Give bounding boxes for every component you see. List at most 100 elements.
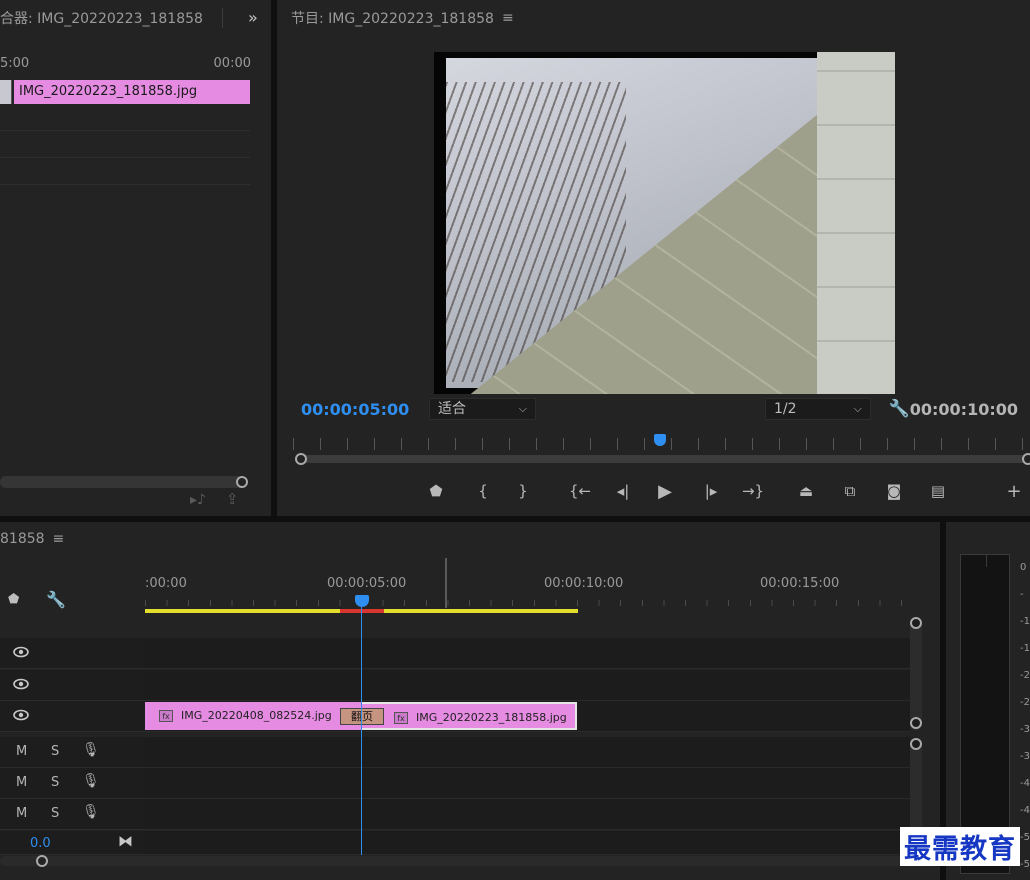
track-a2[interactable] [145, 768, 910, 799]
playhead-line [361, 607, 362, 855]
source-scroll-handle[interactable] [236, 476, 248, 488]
program-playhead[interactable] [654, 434, 666, 446]
program-zoom-scrollbar[interactable] [297, 455, 1030, 463]
video-clip-1[interactable]: fx IMG_20220408_082524.jpg [145, 702, 362, 730]
video-tracks-vscrollbar[interactable] [910, 618, 922, 730]
source-ruler-right: 00:00 [213, 56, 251, 71]
microphone-icon[interactable]: 🎙 [82, 742, 100, 758]
panel-menu-icon[interactable]: ≡ [53, 531, 65, 547]
timeline-panel-title[interactable]: 81858 ≡ [0, 522, 940, 556]
transport-controls: ⬟ { } {← ◂| ▶ |▸ →} ⏏ ⧉ ◙ ▤ + [277, 478, 1030, 504]
zoom-scroll-handle-right[interactable] [1022, 453, 1030, 465]
timeline-ruler[interactable]: :00:00 00:00:05:00 00:00:10:00 00:00:15:… [145, 570, 910, 606]
playhead-timecode[interactable]: 00:00:05:00 [301, 400, 409, 419]
extract-icon[interactable]: ⧉ [837, 478, 863, 504]
program-panel-title[interactable]: 节目: IMG_20220223_181858 ≡ [277, 0, 1030, 36]
vscroll-handle[interactable] [910, 617, 922, 629]
meter-scale-label: -4 [1020, 778, 1030, 789]
render-status-bar [340, 609, 384, 613]
clip-1-label: IMG_20220408_082524.jpg [181, 709, 332, 722]
ruler-label-0: :00:00 [145, 576, 187, 591]
track-header-a1: M S 🎙 [0, 737, 145, 768]
page-turn-transition[interactable]: 翻页 [340, 708, 384, 725]
panel-menu-icon[interactable]: ≡ [502, 10, 514, 26]
video-clip-2[interactable]: fx IMG_20220223_181858.jpg [362, 702, 577, 730]
mark-out-icon[interactable]: } [510, 478, 536, 504]
tile-wall-image [817, 52, 895, 394]
clip-2-label: IMG_20220223_181858.jpg [416, 711, 567, 724]
ruler-label-10s: 00:00:10:00 [544, 576, 624, 591]
solo-button[interactable]: S [51, 744, 59, 759]
play-icon[interactable]: ▶ [652, 478, 678, 504]
ruler-label-5s: 00:00:05:00 [327, 576, 407, 591]
track-a3[interactable] [145, 799, 910, 830]
zoom-select[interactable]: 适合 ⌵ [429, 398, 536, 420]
zoom-scroll-handle-left[interactable] [295, 453, 307, 465]
export-frame-icon[interactable]: ⇪ [226, 490, 239, 508]
source-panel-title-text: 合器: IMG_20220223_181858 [0, 11, 203, 27]
program-video-preview [434, 52, 895, 394]
sequence-end-marker [445, 558, 447, 608]
meter-scale-label: -1 [1020, 616, 1030, 627]
microphone-icon[interactable]: 🎙 [82, 773, 100, 789]
track-v2[interactable] [145, 670, 910, 701]
marker-icon[interactable]: ⬟ [8, 592, 19, 607]
track-header-v1 [0, 701, 145, 732]
add-marker-icon[interactable]: ⬟ [423, 478, 449, 504]
duration-timecode: 00:00:10:00 [909, 400, 1018, 419]
resolution-select[interactable]: 1/2 ⌵ [765, 398, 871, 420]
meter-scale-label: -2 [1020, 670, 1030, 681]
source-panel: 合器: IMG_20220223_181858 » 5:00 00:00 IMG… [0, 0, 271, 516]
lift-icon[interactable]: ⏏ [793, 478, 819, 504]
step-back-icon[interactable]: ◂| [610, 478, 636, 504]
eye-icon[interactable] [13, 678, 29, 690]
eye-icon[interactable] [13, 709, 29, 721]
step-forward-icon[interactable]: |▸ [698, 478, 724, 504]
mark-in-icon[interactable]: { [470, 478, 496, 504]
settings-wrench-icon[interactable]: 🔧 [889, 399, 910, 419]
master-track-icon[interactable]: ⧓ [118, 832, 133, 850]
solo-button[interactable]: S [51, 775, 59, 790]
source-ruler: 5:00 00:00 [0, 56, 271, 74]
source-horizontal-scrollbar[interactable] [0, 476, 246, 488]
track-divider [0, 184, 250, 185]
solo-button[interactable]: S [51, 806, 59, 821]
timeline-horizontal-scrollbar[interactable] [0, 856, 940, 866]
resolution-select-value: 1/2 [774, 401, 797, 417]
mute-button[interactable]: M [16, 806, 27, 821]
vscroll-handle[interactable] [910, 738, 922, 750]
microphone-icon[interactable]: 🎙 [82, 804, 100, 820]
source-panel-title[interactable]: 合器: IMG_20220223_181858 [0, 0, 271, 36]
insert-audio-icon[interactable]: ▸♪ [190, 492, 206, 508]
program-monitor-panel: 节目: IMG_20220223_181858 ≡ 00:00:05:00 适合… [277, 0, 1030, 516]
go-to-out-icon[interactable]: →} [740, 478, 766, 504]
camera-icon[interactable]: ◙ [881, 478, 907, 504]
source-clip-label: IMG_20220223_181858.jpg [19, 84, 198, 99]
ruler-ticks [145, 600, 910, 606]
vscroll-handle[interactable] [910, 717, 922, 729]
mute-button[interactable]: M [16, 775, 27, 790]
panel-overflow-icon[interactable]: » [248, 8, 258, 27]
timeline-title-text: 81858 [0, 531, 45, 547]
source-clip[interactable]: IMG_20220223_181858.jpg [14, 80, 250, 104]
program-panel-title-text: 节目: IMG_20220223_181858 [291, 11, 494, 27]
master-track[interactable] [145, 831, 910, 855]
zoom-select-value: 适合 [438, 401, 466, 417]
go-to-in-icon[interactable]: {← [567, 478, 593, 504]
meter-scale-label: 0 [1020, 562, 1027, 573]
meter-scale-label: -3 [1020, 724, 1030, 735]
compare-view-icon[interactable]: ▤ [925, 478, 951, 504]
fx-badge-icon: fx [159, 710, 173, 722]
track-divider [0, 130, 250, 131]
track-v3[interactable] [145, 638, 910, 669]
track-header-a2: M S 🎙 [0, 768, 145, 799]
add-button-icon[interactable]: + [1001, 478, 1027, 504]
timeline-settings-wrench-icon[interactable]: 🔧 [46, 590, 66, 609]
timeline-scroll-handle[interactable] [36, 855, 48, 867]
mute-button[interactable]: M [16, 744, 27, 759]
track-a1[interactable] [145, 737, 910, 768]
master-volume[interactable]: 0.0 [30, 836, 51, 851]
track-header-a3: M S 🎙 [0, 799, 145, 830]
program-status-row: 00:00:05:00 适合 ⌵ 1/2 ⌵ 🔧 00:00:10:00 [277, 396, 1030, 424]
eye-icon[interactable] [13, 646, 29, 658]
